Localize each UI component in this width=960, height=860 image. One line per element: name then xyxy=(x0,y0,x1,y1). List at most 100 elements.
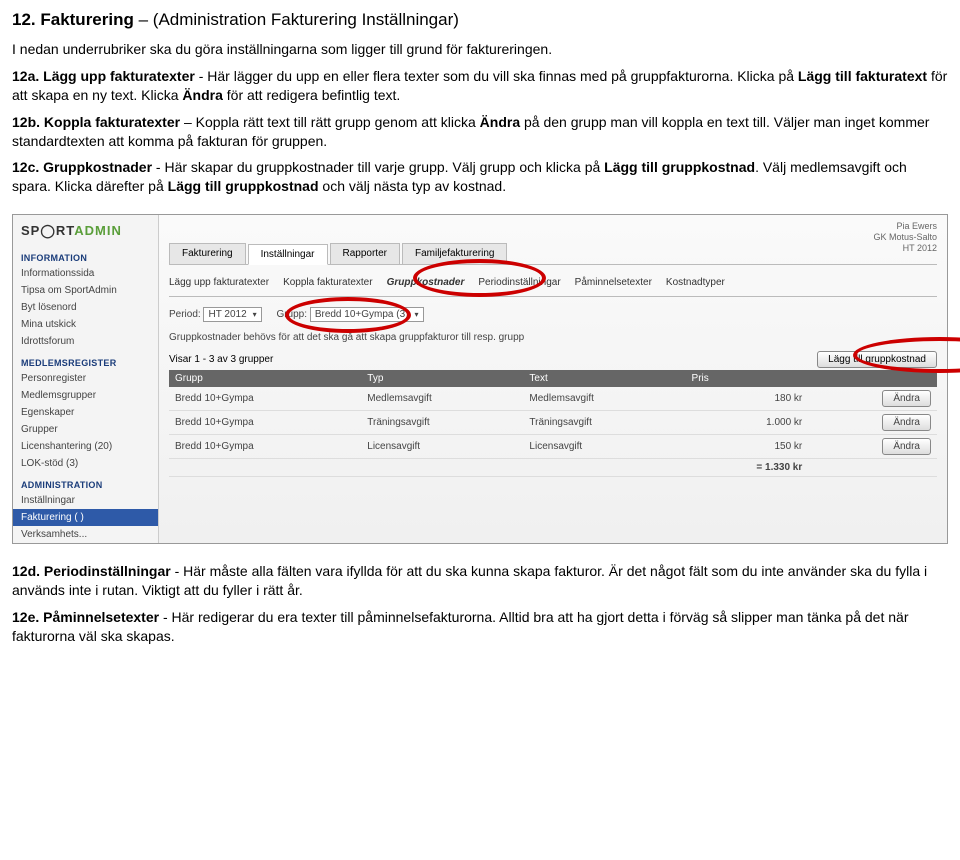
result-count: Visar 1 - 3 av 3 grupper xyxy=(169,354,273,365)
table-cell: 150 kr xyxy=(686,435,809,459)
sidebar-item[interactable]: Informationssida xyxy=(13,265,158,282)
paragraph-12b: 12b. Koppla fakturatexter – Koppla rätt … xyxy=(12,113,948,151)
sidebar-item[interactable]: Egenskaper xyxy=(13,404,158,421)
table-cell: Träningsavgift xyxy=(523,411,685,435)
p12c-bold3: Lägg till gruppkostnad xyxy=(168,178,319,194)
p12c-rest: - Här skapar du gruppkostnader till varj… xyxy=(152,159,604,175)
sidebar-item[interactable]: Mina utskick xyxy=(13,316,158,333)
paragraph-12a: 12a. Lägg upp fakturatexter - Här lägger… xyxy=(12,67,948,105)
table-cell: Medlemsavgift xyxy=(361,387,523,411)
brand-part3: ADMIN xyxy=(74,223,122,238)
table-cell: 180 kr xyxy=(686,387,809,411)
chevron-down-icon: ▾ xyxy=(414,310,418,319)
p12a-rest: - Här lägger du upp en eller flera texte… xyxy=(195,68,798,84)
table-cell: Medlemsavgift xyxy=(523,387,685,411)
sidebar-item[interactable]: Personregister xyxy=(13,370,158,387)
period-label: Period: xyxy=(169,309,201,320)
p12c-lead: 12c. Gruppkostnader xyxy=(12,159,152,175)
sidebar-block-title: MEDLEMSREGISTER xyxy=(13,350,158,370)
tab-level2[interactable]: Kostnadtyper xyxy=(666,277,725,288)
sidebar-item[interactable]: Verksamhets... xyxy=(13,526,158,543)
brand-part1: SP xyxy=(21,223,40,238)
table-header: Grupp xyxy=(169,370,361,387)
table-cell: Licensavgift xyxy=(361,435,523,459)
table-cell: Bredd 10+Gympa xyxy=(169,435,361,459)
table-cell: Ändra xyxy=(808,411,937,435)
p12a-rest3: för att redigera befintlig text. xyxy=(223,87,400,103)
group-dropdown[interactable]: Bredd 10+Gympa (3) ▾ xyxy=(310,307,424,322)
group-label: Grupp: xyxy=(276,309,307,320)
sidebar-item[interactable]: Medlemsgrupper xyxy=(13,387,158,404)
p12b-rest: – Koppla rätt text till rätt grupp genom… xyxy=(180,114,480,130)
heading-12-num: 12. Fakturering xyxy=(12,10,134,29)
p12a-bold3: Ändra xyxy=(182,87,222,103)
table-cell: Träningsavgift xyxy=(361,411,523,435)
sidebar-item[interactable]: Inställningar xyxy=(13,492,158,509)
user-badge: Pia Ewers GK Motus-Salto HT 2012 xyxy=(873,221,937,253)
sidebar-item[interactable]: Byt lösenord xyxy=(13,299,158,316)
intro-paragraph: I nedan underrubriker ska du göra instäl… xyxy=(12,40,948,59)
paragraph-12e: 12e. Påminnelsetexter - Här redigerar du… xyxy=(12,608,948,646)
table-header: Text xyxy=(523,370,685,387)
sidebar-item[interactable]: Idrottsforum xyxy=(13,333,158,350)
sidebar-item[interactable]: Tipsa om SportAdmin xyxy=(13,282,158,299)
period-value: HT 2012 xyxy=(208,309,246,320)
table-header: Typ xyxy=(361,370,523,387)
p12c-bold2: Lägg till gruppkostnad xyxy=(604,159,755,175)
group-value: Bredd 10+Gympa (3) xyxy=(315,309,409,320)
p12a-lead: 12a. Lägg upp fakturatexter xyxy=(12,68,195,84)
p12b-bold2: Ändra xyxy=(480,114,520,130)
sidebar-item[interactable]: LOK-stöd (3) xyxy=(13,455,158,472)
table-row: Bredd 10+GympaLicensavgiftLicensavgift15… xyxy=(169,435,937,459)
brand-logo: SP◯RTADMIN xyxy=(13,215,158,245)
filter-row: Period: HT 2012 ▾ Grupp: Bredd 10+Gympa … xyxy=(169,297,937,328)
main-panel: Pia Ewers GK Motus-Salto HT 2012 Fakture… xyxy=(159,215,947,543)
table-row: Bredd 10+GympaMedlemsavgiftMedlemsavgift… xyxy=(169,387,937,411)
p12b-lead: 12b. Koppla fakturatexter xyxy=(12,114,180,130)
paragraph-12d: 12d. Periodinställningar - Här måste all… xyxy=(12,562,948,600)
edit-button[interactable]: Ändra xyxy=(882,414,931,431)
sidebar: SP◯RTADMIN INFORMATIONInformationssidaTi… xyxy=(13,215,159,543)
sidebar-item[interactable]: Fakturering ( ) xyxy=(13,509,158,526)
tab-level1[interactable]: Rapporter xyxy=(330,243,400,264)
tabs-level1: FaktureringInställningarRapporterFamilje… xyxy=(169,243,937,265)
add-gruppkostnad-button[interactable]: Lägg till gruppkostnad xyxy=(817,351,937,368)
p12a-bold2: Lägg till fakturatext xyxy=(798,68,927,84)
table-cell: Licensavgift xyxy=(523,435,685,459)
table-sum: = 1.330 kr xyxy=(686,459,809,477)
tab-level2[interactable]: Lägg upp fakturatexter xyxy=(169,277,269,288)
tab-level2[interactable]: Periodinställningar xyxy=(478,277,560,288)
tab-level2[interactable]: Koppla fakturatexter xyxy=(283,277,373,288)
tab-level2[interactable]: Påminnelsetexter xyxy=(575,277,652,288)
table-cell: Bredd 10+Gympa xyxy=(169,411,361,435)
user-org: GK Motus-Salto xyxy=(873,232,937,243)
gruppkostnader-table: GruppTypTextPris Bredd 10+GympaMedlemsav… xyxy=(169,370,937,477)
hint-text: Gruppkostnader behövs för att det ska gå… xyxy=(169,332,937,343)
sidebar-item[interactable]: Grupper xyxy=(13,421,158,438)
heading-12-light: – (Administration Fakturering Inställnin… xyxy=(139,10,459,29)
tabs-level2: Lägg upp fakturatexter Koppla fakturatext… xyxy=(169,271,937,297)
sidebar-item[interactable]: Licenshantering (20) xyxy=(13,438,158,455)
tab-level1[interactable]: Inställningar xyxy=(248,244,328,265)
screenshot-gruppkostnader: SP◯RTADMIN INFORMATIONInformationssidaTi… xyxy=(12,214,948,544)
brand-part2: RT xyxy=(56,223,74,238)
table-row: Bredd 10+GympaTräningsavgiftTräningsavgi… xyxy=(169,411,937,435)
user-period: HT 2012 xyxy=(873,243,937,254)
edit-button[interactable]: Ändra xyxy=(882,390,931,407)
tab-level1[interactable]: Fakturering xyxy=(169,243,246,264)
edit-button[interactable]: Ändra xyxy=(882,438,931,455)
heading-12: 12. Fakturering – (Administration Faktur… xyxy=(12,10,948,30)
p12e-lead: 12e. Påminnelsetexter xyxy=(12,609,159,625)
chevron-down-icon: ▾ xyxy=(253,310,257,319)
table-cell: 1.000 kr xyxy=(686,411,809,435)
sidebar-block-title: INFORMATION xyxy=(13,245,158,265)
period-dropdown[interactable]: HT 2012 ▾ xyxy=(203,307,261,322)
brand-ring-icon: ◯ xyxy=(40,223,56,238)
table-cell: Bredd 10+Gympa xyxy=(169,387,361,411)
table-cell: Ändra xyxy=(808,435,937,459)
paragraph-12c: 12c. Gruppkostnader - Här skapar du grup… xyxy=(12,158,948,196)
table-sum-row: = 1.330 kr xyxy=(169,459,937,477)
tab-level2[interactable]: Gruppkostnader xyxy=(387,277,465,288)
user-name: Pia Ewers xyxy=(873,221,937,232)
tab-level1[interactable]: Familjefakturering xyxy=(402,243,507,264)
